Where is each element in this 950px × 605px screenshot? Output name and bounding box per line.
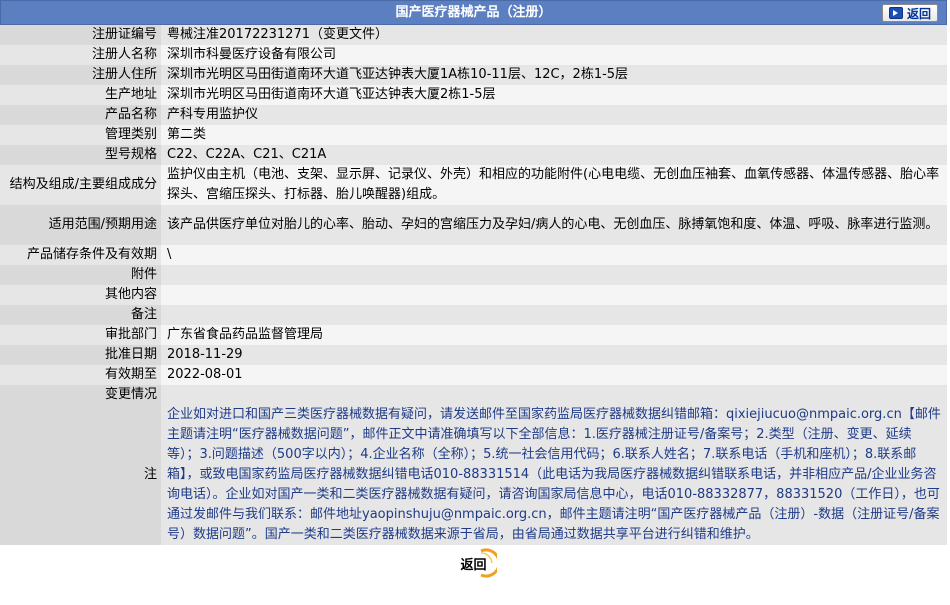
- field-label-storage: 产品储存条件及有效期: [0, 245, 161, 265]
- field-value-registrant-name: 深圳市科曼医疗设备有限公司: [161, 45, 947, 65]
- field-label-attachments: 附件: [0, 265, 161, 285]
- field-label-intended-use: 适用范围/预期用途: [0, 205, 161, 245]
- field-value-model-spec: C22、C22A、C21、C21A: [161, 145, 947, 165]
- field-value-registration-no: 粤械注准20172231271（变更文件）: [161, 25, 947, 45]
- field-value-valid-until: 2022-08-01: [161, 365, 947, 385]
- field-label-registrant-address: 注册人住所: [0, 65, 161, 85]
- field-label-model-spec: 型号规格: [0, 145, 161, 165]
- field-value-production-address: 深圳市光明区马田街道南环大道飞亚达钟表大厦2栋1-5层: [161, 85, 947, 105]
- field-label-changes: 变更情况: [0, 385, 161, 405]
- table-row: 生产地址 深圳市光明区马田街道南环大道飞亚达钟表大厦2栋1-5层: [0, 85, 947, 105]
- footer-bar: 返回: [0, 545, 947, 581]
- field-value-product-name: 产科专用监护仪: [161, 105, 947, 125]
- field-label-management-category: 管理类别: [0, 125, 161, 145]
- table-row: 备注: [0, 305, 947, 325]
- field-value-attachments: [161, 265, 947, 285]
- field-label-approval-dept: 审批部门: [0, 325, 161, 345]
- field-value-approval-dept: 广东省食品药品监督管理局: [161, 325, 947, 345]
- field-label-approval-date: 批准日期: [0, 345, 161, 365]
- table-row: 结构及组成/主要组成成分 监护仪由主机（电池、支架、显示屏、记录仪、外壳）和相应…: [0, 165, 947, 205]
- table-row: 适用范围/预期用途 该产品供医疗单位对胎儿的心率、胎动、孕妇的宫缩压力及孕妇/病…: [0, 205, 947, 245]
- table-row: 注册人名称 深圳市科曼医疗设备有限公司: [0, 45, 947, 65]
- field-label-registration-no: 注册证编号: [0, 25, 161, 45]
- table-row: 产品名称 产科专用监护仪: [0, 105, 947, 125]
- page-title: 国产医疗器械产品（注册）: [395, 5, 552, 20]
- field-label-product-name: 产品名称: [0, 105, 161, 125]
- field-value-structure: 监护仪由主机（电池、支架、显示屏、记录仪、外壳）和相应的功能附件(心电电缆、无创…: [161, 165, 947, 205]
- field-label-structure: 结构及组成/主要组成成分: [0, 165, 161, 205]
- info-table: 注册证编号 粤械注准20172231271（变更文件） 注册人名称 深圳市科曼医…: [0, 25, 947, 545]
- field-label-other: 其他内容: [0, 285, 161, 305]
- table-row: 注册人住所 深圳市光明区马田街道南环大道飞亚达钟表大厦1A栋10-11层、12C…: [0, 65, 947, 85]
- table-row: 变更情况: [0, 385, 947, 405]
- table-row: 审批部门 广东省食品药品监督管理局: [0, 325, 947, 345]
- field-value-management-category: 第二类: [161, 125, 947, 145]
- field-label-note: 注: [0, 405, 161, 545]
- field-label-remarks: 备注: [0, 305, 161, 325]
- field-value-changes: [161, 385, 947, 405]
- header-bar: 国产医疗器械产品（注册） 返回: [0, 0, 947, 25]
- field-label-production-address: 生产地址: [0, 85, 161, 105]
- field-value-remarks: [161, 305, 947, 325]
- page: 国产医疗器械产品（注册） 返回 注册证编号 粤械注准20172231271（变更…: [0, 0, 947, 605]
- table-row: 有效期至 2022-08-01: [0, 365, 947, 385]
- back-button-bottom-label: 返回: [460, 557, 487, 573]
- field-value-storage: \: [161, 245, 947, 265]
- table-row: 注册证编号 粤械注准20172231271（变更文件）: [0, 25, 947, 45]
- table-row: 其他内容: [0, 285, 947, 305]
- table-row: 型号规格 C22、C22A、C21、C21A: [0, 145, 947, 165]
- back-button-top[interactable]: 返回: [882, 4, 938, 22]
- table-row: 附件: [0, 265, 947, 285]
- back-button-bottom[interactable]: 返回: [451, 548, 497, 578]
- table-row: 批准日期 2018-11-29: [0, 345, 947, 365]
- field-label-valid-until: 有效期至: [0, 365, 161, 385]
- field-value-other: [161, 285, 947, 305]
- field-value-approval-date: 2018-11-29: [161, 345, 947, 365]
- table-row: 注 企业如对进口和国产三类医疗器械数据有疑问，请发送邮件至国家药监局医疗器械数据…: [0, 405, 947, 545]
- notice-text: 企业如对进口和国产三类医疗器械数据有疑问，请发送邮件至国家药监局医疗器械数据纠错…: [161, 405, 947, 545]
- field-label-registrant-name: 注册人名称: [0, 45, 161, 65]
- back-arrow-icon: [888, 7, 903, 19]
- back-button-top-label: 返回: [906, 6, 931, 21]
- field-value-registrant-address: 深圳市光明区马田街道南环大道飞亚达钟表大厦1A栋10-11层、12C，2栋1-5…: [161, 65, 947, 85]
- table-row: 产品储存条件及有效期 \: [0, 245, 947, 265]
- field-value-intended-use: 该产品供医疗单位对胎儿的心率、胎动、孕妇的宫缩压力及孕妇/病人的心电、无创血压、…: [161, 205, 947, 245]
- table-row: 管理类别 第二类: [0, 125, 947, 145]
